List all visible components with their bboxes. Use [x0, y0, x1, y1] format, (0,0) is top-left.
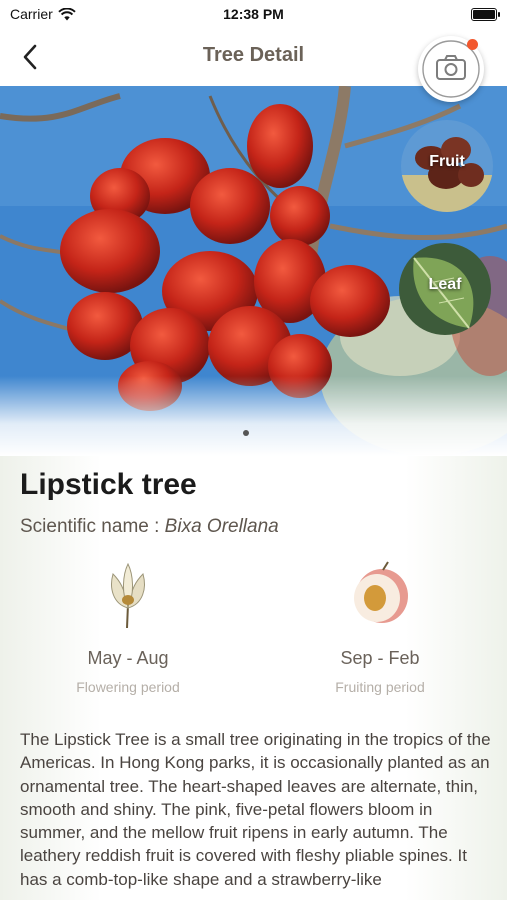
fruit-thumbnail-label: Fruit: [429, 153, 465, 170]
clock: 12:38 PM: [223, 6, 284, 22]
leaf-thumbnail[interactable]: Leaf: [399, 243, 491, 335]
leaf-thumbnail-label: Leaf: [428, 276, 462, 293]
tree-detail-content: Lipstick tree Scientific name : Bixa Ore…: [0, 456, 507, 900]
fruit-icon: [354, 560, 408, 630]
tree-description: The Lipstick Tree is a small tree origin…: [20, 730, 491, 889]
page-indicator: [243, 430, 249, 436]
flowering-label: Flowering period: [76, 679, 180, 695]
fruiting-label: Fruiting period: [335, 679, 425, 695]
battery-icon: [471, 8, 500, 21]
status-bar: Carrier 12:38 PM: [0, 0, 507, 28]
flowering-months: May - Aug: [87, 648, 169, 668]
scientific-name-value: Bixa Orellana: [164, 516, 279, 537]
fruiting-period: Sep - Feb Fruiting period: [300, 560, 460, 695]
flowering-period: May - Aug Flowering period: [48, 560, 208, 695]
hero-image[interactable]: Fruit Leaf: [0, 86, 507, 456]
camera-button[interactable]: [418, 36, 484, 102]
fruiting-months: Sep - Feb: [340, 648, 420, 668]
tree-common-name: Lipstick tree: [20, 468, 197, 501]
scientific-name-label: Scientific name :: [20, 516, 165, 537]
fruit-thumbnail[interactable]: Fruit: [401, 120, 493, 212]
scientific-name: Scientific name : Bixa Orellana: [20, 516, 279, 538]
flower-icon: [103, 560, 153, 630]
notification-dot: [467, 39, 478, 50]
